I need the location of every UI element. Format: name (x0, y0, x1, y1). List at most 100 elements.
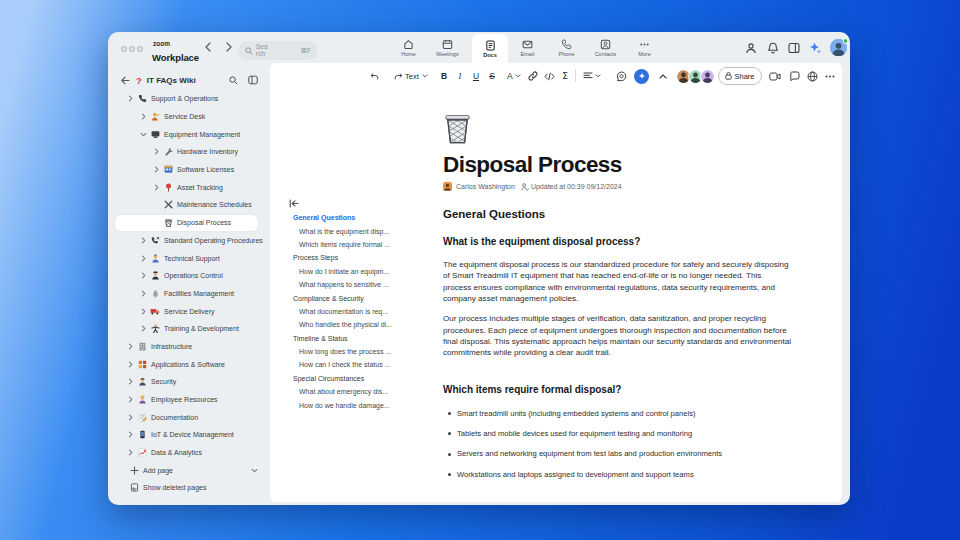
sidebar-item-employee-resources[interactable]: Employee Resources (108, 391, 270, 409)
search-input[interactable]: Search ⌘F (238, 41, 318, 60)
toc-which-items-require-formal[interactable]: Which items require formal ... (270, 238, 443, 251)
tab-email[interactable]: Email (508, 32, 547, 63)
toc-compliance-and-security[interactable]: Compliance & Security (270, 291, 443, 304)
toc-how-long-does-the-process[interactable]: How long does the process ... (270, 345, 443, 358)
maximize-window-button[interactable] (137, 46, 143, 52)
sidebar-item-operations-control[interactable]: Operations Control (108, 267, 270, 285)
bold-button[interactable]: B (436, 67, 452, 85)
code-icon[interactable] (541, 67, 557, 85)
undo-icon[interactable] (366, 67, 382, 85)
chevron-right-icon[interactable] (126, 431, 134, 439)
sidebar-item-service-delivery[interactable]: Service Delivery (108, 302, 270, 320)
toc-process-steps[interactable]: Process Steps (270, 251, 443, 264)
chevron-right-icon[interactable] (126, 378, 134, 386)
video-icon[interactable] (767, 67, 783, 85)
sidebar-item-applications-and-software[interactable]: Applications & Software (108, 355, 270, 373)
sidebar-item-security[interactable]: Security (108, 373, 270, 391)
toc-who-handles-the-physical-di[interactable]: Who handles the physical di... (270, 318, 443, 331)
chevron-right-icon[interactable] (139, 325, 147, 333)
globe-icon[interactable] (804, 67, 820, 85)
share-button[interactable]: Share (718, 67, 762, 85)
redo-icon[interactable] (390, 67, 406, 85)
toc-special-circumstances[interactable]: Special Circumstances (270, 372, 443, 385)
sidebar-item-hardware-inventory[interactable]: Hardware Inventory (108, 143, 270, 161)
chevron-right-icon[interactable] (139, 236, 147, 244)
toc-what-documentation-is-req[interactable]: What documentation is req... (270, 305, 443, 318)
minimize-window-button[interactable] (129, 46, 135, 52)
sidebar-item-support-and-operations[interactable]: Support & Operations (108, 90, 270, 108)
underline-button[interactable]: U (468, 67, 484, 85)
sidebar-back-icon[interactable] (121, 76, 130, 85)
sidebar-item-maintenance-schedules[interactable]: Maintenance Schedules (108, 196, 270, 214)
sidebar-item-show-deleted-pages[interactable]: Show deleted pages (108, 479, 270, 497)
tab-docs[interactable]: Docs (472, 34, 508, 63)
chevron-right-icon[interactable] (126, 342, 134, 350)
toc-how-do-we-handle-damage[interactable]: How do we handle damage... (270, 398, 443, 411)
profile-icon[interactable] (744, 41, 758, 55)
sidebar-item-technical-support[interactable]: Technical Support (108, 249, 270, 267)
chevron-right-icon[interactable] (152, 166, 160, 174)
notifications-bell-icon[interactable] (766, 41, 780, 55)
sidebar-item-add-page[interactable]: Add page (108, 461, 270, 479)
forward-arrow-icon[interactable] (223, 40, 235, 54)
user-avatar[interactable] (830, 39, 847, 56)
sidebar-collapse-icon[interactable] (248, 75, 258, 85)
chevron-right-icon[interactable] (126, 360, 134, 368)
tab-more[interactable]: More (625, 32, 664, 63)
chevron-right-icon[interactable] (139, 307, 147, 315)
chevron-right-icon[interactable] (139, 113, 147, 121)
chevron-right-icon[interactable] (126, 95, 134, 103)
tab-contacts[interactable]: Contacts (586, 32, 625, 63)
tab-home[interactable]: Home (389, 32, 428, 63)
more-options-icon[interactable] (822, 67, 838, 85)
sidebar-search-icon[interactable] (229, 76, 238, 85)
ai-compose-button[interactable] (634, 67, 649, 85)
toc-general-questions[interactable]: General Questions (270, 211, 443, 224)
collapse-toolbar-icon[interactable] (655, 67, 671, 85)
tab-meetings[interactable]: Meetings (428, 32, 467, 63)
text-color-dropdown[interactable]: A (507, 67, 521, 85)
sidebar-item-equipment-management[interactable]: Equipment Management (108, 125, 270, 143)
comment-icon[interactable] (613, 67, 629, 85)
toc-what-happens-to-sensitive[interactable]: What happens to sensitive ... (270, 278, 443, 291)
formula-icon[interactable]: Σ (557, 67, 573, 85)
collaborator-avatars[interactable] (676, 67, 715, 85)
chevron-right-icon[interactable] (139, 272, 147, 280)
sidebar-item-asset-tracking[interactable]: Asset Tracking (108, 178, 270, 196)
link-icon[interactable] (525, 67, 541, 85)
chevron-right-icon[interactable] (152, 183, 160, 191)
chevron-right-icon[interactable] (139, 289, 147, 297)
close-window-button[interactable] (121, 46, 127, 52)
text-style-dropdown[interactable]: Text (405, 67, 428, 85)
chevron-right-icon[interactable] (152, 148, 160, 156)
strikethrough-button[interactable]: S (484, 67, 500, 85)
window-controls[interactable] (121, 46, 143, 52)
toc-what-about-emergency-dis[interactable]: What about emergency dis... (270, 385, 443, 398)
toc-how-do-i-initiate-an-equipm[interactable]: How do I initiate an equipm... (270, 265, 443, 278)
toc-what-is-the-equipment-disp[interactable]: What is the equipment disp... (270, 224, 443, 237)
sidebar-item-iot-and-device-management[interactable]: IoT & Device Management (108, 426, 270, 444)
sidebar-item-disposal-process[interactable]: Disposal Process (108, 214, 270, 232)
chevron-down-icon[interactable] (139, 130, 147, 138)
toc-how-can-i-check-the-status[interactable]: How can I check the status ... (270, 358, 443, 371)
alignment-dropdown[interactable] (583, 67, 601, 85)
back-arrow-icon[interactable] (202, 40, 214, 54)
chat-icon[interactable] (786, 67, 802, 85)
ai-companion-icon[interactable] (809, 41, 823, 55)
sidebar-item-training-and-development[interactable]: Training & Development (108, 320, 270, 338)
chevron-right-icon[interactable] (126, 449, 134, 457)
side-panel-icon[interactable] (787, 41, 801, 55)
sidebar-item-service-desk[interactable]: Service Desk (108, 108, 270, 126)
sidebar-item-standard-operating-procedures[interactable]: Standard Operating Procedures (108, 232, 270, 250)
chevron-right-icon[interactable] (126, 413, 134, 421)
sidebar-item-documentation[interactable]: Documentation (108, 408, 270, 426)
chevron-right-icon[interactable] (126, 396, 134, 404)
sidebar-item-data-and-analytics[interactable]: Data & Analytics (108, 444, 270, 462)
toc-collapse-icon[interactable] (289, 199, 299, 209)
tab-phone[interactable]: Phone (547, 32, 586, 63)
sidebar-item-facilities-management[interactable]: Facilities Management (108, 285, 270, 303)
toc-timeline-and-status[interactable]: Timeline & Status (270, 332, 443, 345)
sidebar-item-software-licenses[interactable]: Software Licenses (108, 161, 270, 179)
chevron-down-icon[interactable] (251, 467, 258, 474)
italic-button[interactable]: I (452, 67, 468, 85)
